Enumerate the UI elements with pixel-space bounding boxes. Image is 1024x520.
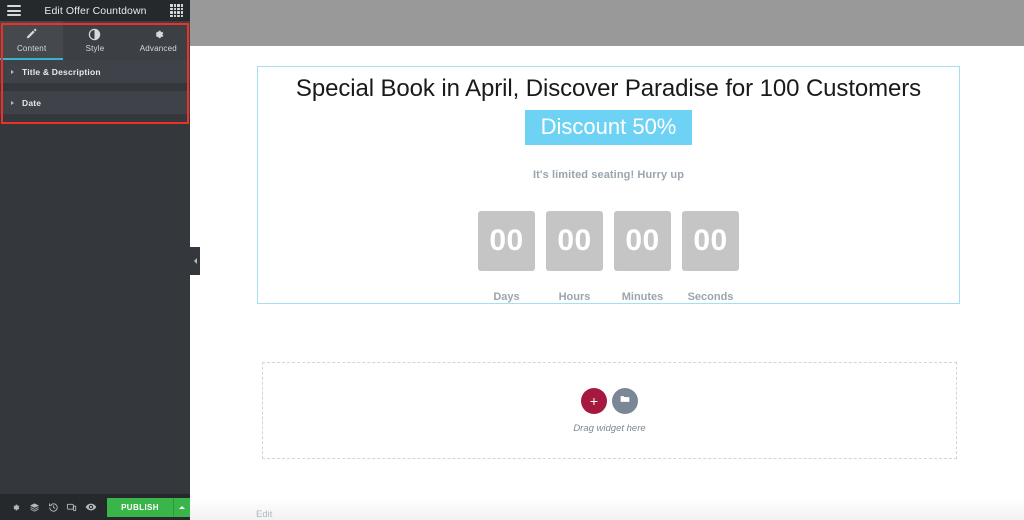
dropzone-label: Drag widget here <box>573 422 646 434</box>
countdown-widget[interactable]: Special Book in April, Discover Paradise… <box>257 66 960 304</box>
page-header-strip <box>190 0 1024 46</box>
pencil-icon <box>25 28 38 41</box>
panel-footer-toolbar: PUBLISH <box>0 494 190 520</box>
panel-sections: Title & Description Date <box>0 60 190 115</box>
bottom-edit-label: Edit <box>256 509 273 520</box>
widget-dropzone[interactable]: + Drag widget here <box>262 362 957 459</box>
countdown-value-days: 00 <box>478 211 535 272</box>
panel-collapse-handle[interactable] <box>190 247 200 275</box>
canvas-bottom-fade <box>190 498 1024 520</box>
preview-button[interactable] <box>81 494 100 520</box>
panel-title: Edit Offer Countdown <box>44 4 147 17</box>
panel-empty-area <box>0 115 190 494</box>
add-widget-button[interactable]: + <box>581 387 607 414</box>
settings-button[interactable] <box>6 494 25 520</box>
hamburger-menu-icon[interactable] <box>7 5 21 16</box>
publish-group: PUBLISH <box>107 497 190 517</box>
apps-grid-icon[interactable] <box>170 4 183 17</box>
publish-button[interactable]: PUBLISH <box>107 497 173 517</box>
navigator-button[interactable] <box>25 494 44 520</box>
section-date[interactable]: Date <box>0 91 190 115</box>
plus-icon: + <box>589 392 599 409</box>
discount-badge: Discount 50% <box>524 110 693 146</box>
gear-icon <box>152 28 165 41</box>
chevron-right-icon <box>11 100 14 105</box>
folder-icon <box>619 392 631 410</box>
countdown-label-minutes: Minutes <box>621 291 664 304</box>
responsive-mode-button[interactable] <box>62 494 81 520</box>
tab-style-label: Style <box>85 44 105 53</box>
countdown-label-seconds: Seconds <box>687 291 734 304</box>
tab-advanced-label: Advanced <box>139 44 177 53</box>
tab-content-label: Content <box>16 44 47 53</box>
countdown-row: 00 Days 00 Hours 00 Minutes 00 Seconds <box>258 211 959 303</box>
countdown-cell-days: 00 Days <box>478 211 535 303</box>
countdown-value-seconds: 00 <box>682 211 739 272</box>
preview-canvas: Special Book in April, Discover Paradise… <box>190 0 1024 520</box>
caret-up-icon <box>178 505 185 509</box>
widget-title: Special Book in April, Discover Paradise… <box>295 75 922 102</box>
dropzone-buttons: + <box>581 387 638 414</box>
editor-panel: Edit Offer Countdown Content Style Advan… <box>0 0 190 520</box>
countdown-label-days: Days <box>493 291 520 304</box>
tab-advanced[interactable]: Advanced <box>126 21 190 60</box>
countdown-value-minutes: 00 <box>614 211 671 272</box>
contrast-icon <box>88 28 101 41</box>
countdown-cell-minutes: 00 Minutes <box>614 211 671 303</box>
section-title-and-description[interactable]: Title & Description <box>0 60 190 84</box>
add-template-button[interactable] <box>612 387 638 414</box>
countdown-label-hours: Hours <box>558 291 591 304</box>
section-date-label: Date <box>22 97 42 108</box>
publish-options-button[interactable] <box>172 497 190 517</box>
tab-style[interactable]: Style <box>63 21 127 60</box>
panel-tabs: Content Style Advanced <box>0 21 190 60</box>
history-button[interactable] <box>44 494 63 520</box>
panel-header: Edit Offer Countdown <box>0 0 190 21</box>
widget-subtitle: It's limited seating! Hurry up <box>532 169 685 182</box>
chevron-right-icon <box>11 69 14 74</box>
elementor-editor: Edit Offer Countdown Content Style Advan… <box>0 0 1024 520</box>
section-title-and-description-label: Title & Description <box>22 66 101 77</box>
chevron-left-icon <box>193 258 197 264</box>
tab-content[interactable]: Content <box>0 21 64 60</box>
countdown-cell-seconds: 00 Seconds <box>682 211 739 303</box>
countdown-value-hours: 00 <box>546 211 603 272</box>
countdown-cell-hours: 00 Hours <box>546 211 603 303</box>
